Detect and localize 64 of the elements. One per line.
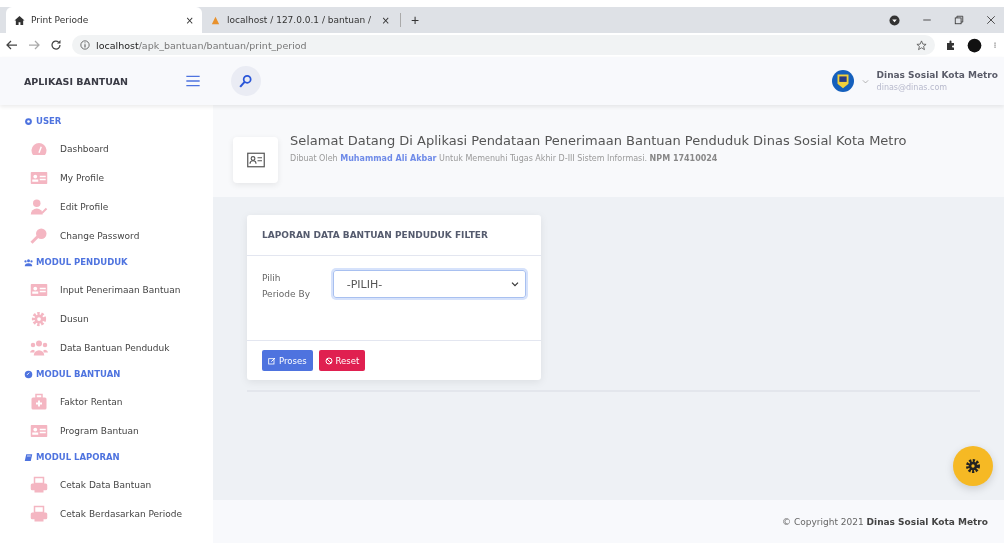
sidebar-item[interactable]: My Profile	[0, 163, 213, 192]
sidebar-item[interactable]: Dashboard	[0, 134, 213, 163]
sidebar-item[interactable]: Program Bantuan	[0, 416, 213, 445]
puzzle-icon	[945, 39, 957, 51]
browser-tab[interactable]: localhost / 127.0.0.1 / bantuan / ×	[202, 7, 398, 33]
browser-tab[interactable]: Print Periode ×	[6, 7, 202, 33]
search-icon	[239, 74, 253, 88]
printer-icon	[29, 475, 49, 494]
back-arrow-icon	[6, 39, 18, 51]
home-icon	[14, 14, 25, 26]
edit-icon	[268, 356, 276, 365]
star-icon	[916, 39, 927, 51]
proses-button[interactable]: Proses	[262, 350, 313, 371]
period-select[interactable]: -PILIH-	[332, 270, 526, 298]
key-icon	[29, 226, 49, 245]
medkit-icon	[29, 392, 49, 411]
ban-icon	[324, 356, 333, 365]
reload-icon	[50, 39, 62, 51]
card-title: LAPORAN DATA BANTUAN PENDUDUK FILTER	[247, 215, 541, 256]
close-icon[interactable]: ×	[381, 14, 390, 26]
address-bar[interactable]: localhost/apk_bantuan/bantuan/print_period	[72, 35, 935, 55]
sidebar-item[interactable]: Faktor Rentan	[0, 387, 213, 416]
info-icon	[80, 40, 90, 50]
users-icon	[24, 257, 33, 267]
welcome-subtitle: Dibuat Oleh Muhammad Ali Akbar Untuk Memenuhi Tugas Akhir D-III Sistem Informasi. NPM 17410024	[290, 154, 719, 163]
avatar-icon	[967, 37, 982, 53]
chevron-down-icon	[861, 77, 869, 85]
forward-arrow-icon	[28, 39, 40, 51]
id-card-icon	[245, 151, 266, 169]
close-icon	[986, 15, 996, 25]
copyright-text: © Copyright 2021 Dinas Sosial Kota Metro	[782, 516, 988, 527]
field-label: Pilih Periode By	[262, 272, 311, 301]
sidebar-item[interactable]: Cetak Berdasarkan Periode	[0, 499, 213, 528]
chevron-down-icon	[511, 280, 519, 288]
user-edit-icon	[29, 197, 49, 216]
profile-dot-icon	[889, 14, 900, 26]
url-text: localhost/apk_bantuan/bantuan/print_period	[96, 39, 307, 51]
sidebar-item[interactable]: Cetak Data Bantuan	[0, 470, 213, 499]
printer-icon	[29, 504, 49, 523]
sidebar-item[interactable]: Input Penerimaan Bantuan	[0, 275, 213, 304]
welcome-title: Selamat Datang Di Aplikasi Pendataan Penerimaan Bantuan Penduduk Dinas Sosial Kota Metro	[290, 133, 907, 148]
sidebar-item[interactable]: Dusun	[0, 304, 213, 333]
circle-icon	[24, 369, 33, 379]
section-heading: MODUL PENDUDUK	[36, 257, 128, 267]
close-icon[interactable]: ×	[185, 14, 194, 26]
section-heading: MODUL BANTUAN	[36, 369, 121, 379]
search-button[interactable]	[231, 66, 261, 96]
restore-icon	[954, 15, 964, 25]
section-heading: USER	[36, 116, 62, 126]
book-icon	[24, 452, 33, 462]
user-email: dinas@dinas.com	[876, 83, 949, 92]
sidebar-item[interactable]: Change Password	[0, 221, 213, 250]
sidebar-item[interactable]: Data Bantuan Penduduk	[0, 333, 213, 362]
settings-icon	[965, 458, 981, 474]
section-heading: MODUL LAPORAN	[36, 452, 120, 462]
users-icon	[29, 338, 49, 357]
new-tab-button[interactable]: +	[400, 13, 430, 27]
menu-button[interactable]	[183, 73, 203, 89]
menu-icon	[183, 73, 203, 89]
emblem-icon	[831, 70, 854, 92]
reset-button[interactable]: Reset	[318, 350, 366, 371]
app-brand: APLIKASI BANTUAN	[24, 75, 129, 87]
user-name: Dinas Sosial Kota Metro	[876, 70, 998, 80]
sidebar-item[interactable]: Edit Profile	[0, 192, 213, 221]
